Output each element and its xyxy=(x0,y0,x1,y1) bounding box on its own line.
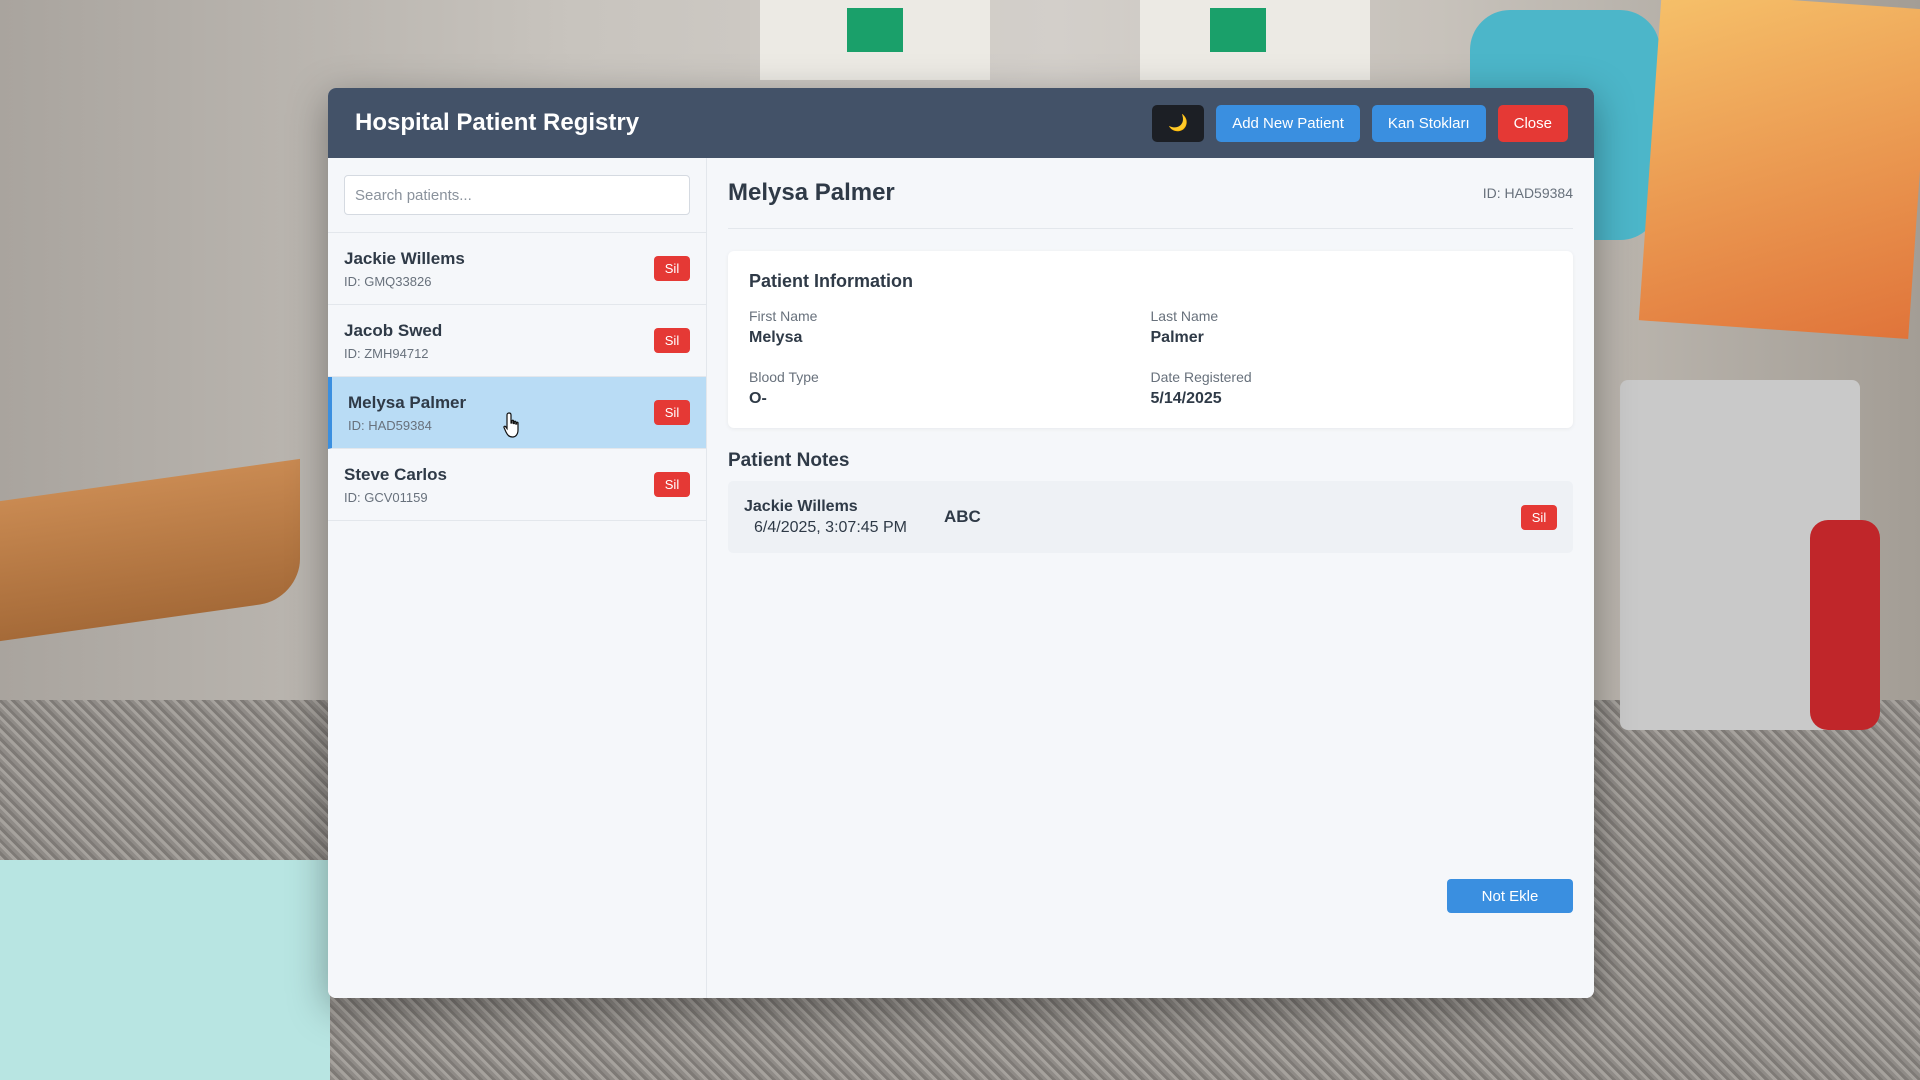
patient-detail-panel: Melysa Palmer ID: HAD59384 Patient Infor… xyxy=(707,158,1594,998)
last-name-field: Last Name Palmer xyxy=(1151,308,1553,347)
date-registered-field: Date Registered 5/14/2025 xyxy=(1151,369,1553,408)
patient-name: Jacob Swed xyxy=(344,320,443,340)
patient-registry-window: Hospital Patient Registry 🌙 Add New Pati… xyxy=(328,88,1594,998)
note-text: ABC xyxy=(944,507,981,526)
add-new-patient-button[interactable]: Add New Patient xyxy=(1216,104,1360,142)
background-first-aid-box xyxy=(1140,0,1370,80)
add-note-button[interactable]: Not Ekle xyxy=(1447,879,1573,913)
theme-toggle-button[interactable]: 🌙 xyxy=(1152,104,1205,142)
patient-name: Steve Carlos xyxy=(344,464,447,484)
patient-fields: First Name Melysa Last Name Palmer Blood… xyxy=(749,308,1552,408)
window-content: Jackie Willems ID: GMQ33826 Sil Jacob Sw… xyxy=(328,158,1594,998)
patient-info: Jacob Swed ID: ZMH94712 xyxy=(344,321,654,361)
patient-info: Melysa Palmer ID: HAD59384 xyxy=(348,393,654,433)
patient-id: ID: HAD59384 xyxy=(348,417,432,433)
blood-type-value: O- xyxy=(749,390,767,407)
patient-list-item[interactable]: Jackie Willems ID: GMQ33826 Sil xyxy=(328,233,706,305)
patient-id: ID: ZMH94712 xyxy=(344,345,429,361)
note-date: 6/4/2025, 3:07:45 PM xyxy=(754,518,907,536)
blood-stock-button[interactable]: Kan Stokları xyxy=(1371,104,1486,142)
cross-icon xyxy=(847,8,903,52)
last-name-value: Palmer xyxy=(1150,329,1204,346)
date-registered-label: Date Registered xyxy=(1150,369,1252,385)
patient-name: Melysa Palmer xyxy=(348,392,467,412)
detail-patient-name: Melysa Palmer xyxy=(728,179,895,206)
first-name-label: First Name xyxy=(749,308,818,324)
patient-list-item[interactable]: Jacob Swed ID: ZMH94712 Sil xyxy=(328,305,706,377)
patient-list: Jackie Willems ID: GMQ33826 Sil Jacob Sw… xyxy=(328,233,706,521)
date-registered-value: 5/14/2025 xyxy=(1150,390,1222,407)
patient-information-card: Patient Information First Name Melysa La… xyxy=(728,251,1573,428)
window-title: Hospital Patient Registry xyxy=(355,109,640,136)
first-name-value: Melysa xyxy=(749,329,803,346)
blood-type-label: Blood Type xyxy=(749,369,819,385)
patient-sidebar: Jackie Willems ID: GMQ33826 Sil Jacob Sw… xyxy=(328,158,707,998)
note-item: Jackie Willems 6/4/2025, 3:07:45 PM ABC … xyxy=(728,481,1573,553)
patient-info: Steve Carlos ID: GCV01159 xyxy=(344,465,654,505)
cross-icon xyxy=(1210,8,1266,52)
patient-notes-title: Patient Notes xyxy=(728,450,850,471)
last-name-label: Last Name xyxy=(1150,308,1219,324)
note-author: Jackie Willems xyxy=(744,497,858,515)
delete-patient-button[interactable]: Sil xyxy=(654,256,690,281)
patient-information-title: Patient Information xyxy=(749,271,914,291)
patient-name: Jackie Willems xyxy=(344,248,465,268)
note-meta: Jackie Willems 6/4/2025, 3:07:45 PM xyxy=(744,498,944,537)
patient-id: ID: GCV01159 xyxy=(344,489,428,505)
background-poster xyxy=(1638,0,1920,340)
hand-cursor-icon xyxy=(503,412,519,438)
patient-id: ID: GMQ33826 xyxy=(344,273,432,289)
delete-patient-button[interactable]: Sil xyxy=(654,472,690,497)
blood-type-field: Blood Type O- xyxy=(749,369,1151,408)
patient-list-item[interactable]: Steve Carlos ID: GCV01159 Sil xyxy=(328,449,706,521)
delete-patient-button[interactable]: Sil xyxy=(654,400,690,425)
search-input[interactable] xyxy=(344,175,690,215)
patient-info: Jackie Willems ID: GMQ33826 xyxy=(344,249,654,289)
first-name-field: First Name Melysa xyxy=(749,308,1151,347)
detail-header: Melysa Palmer ID: HAD59384 xyxy=(728,158,1573,229)
search-container xyxy=(328,158,706,233)
delete-note-button[interactable]: Sil xyxy=(1521,504,1557,530)
close-button[interactable]: Close xyxy=(1497,104,1568,142)
moon-icon: 🌙 xyxy=(1168,115,1189,132)
detail-patient-id: ID: HAD59384 xyxy=(1482,185,1573,201)
delete-patient-button[interactable]: Sil xyxy=(654,328,690,353)
window-header: Hospital Patient Registry 🌙 Add New Pati… xyxy=(328,88,1594,158)
background-first-aid-box xyxy=(760,0,990,80)
background-bed xyxy=(0,860,330,1080)
background-extinguisher xyxy=(1810,520,1880,730)
